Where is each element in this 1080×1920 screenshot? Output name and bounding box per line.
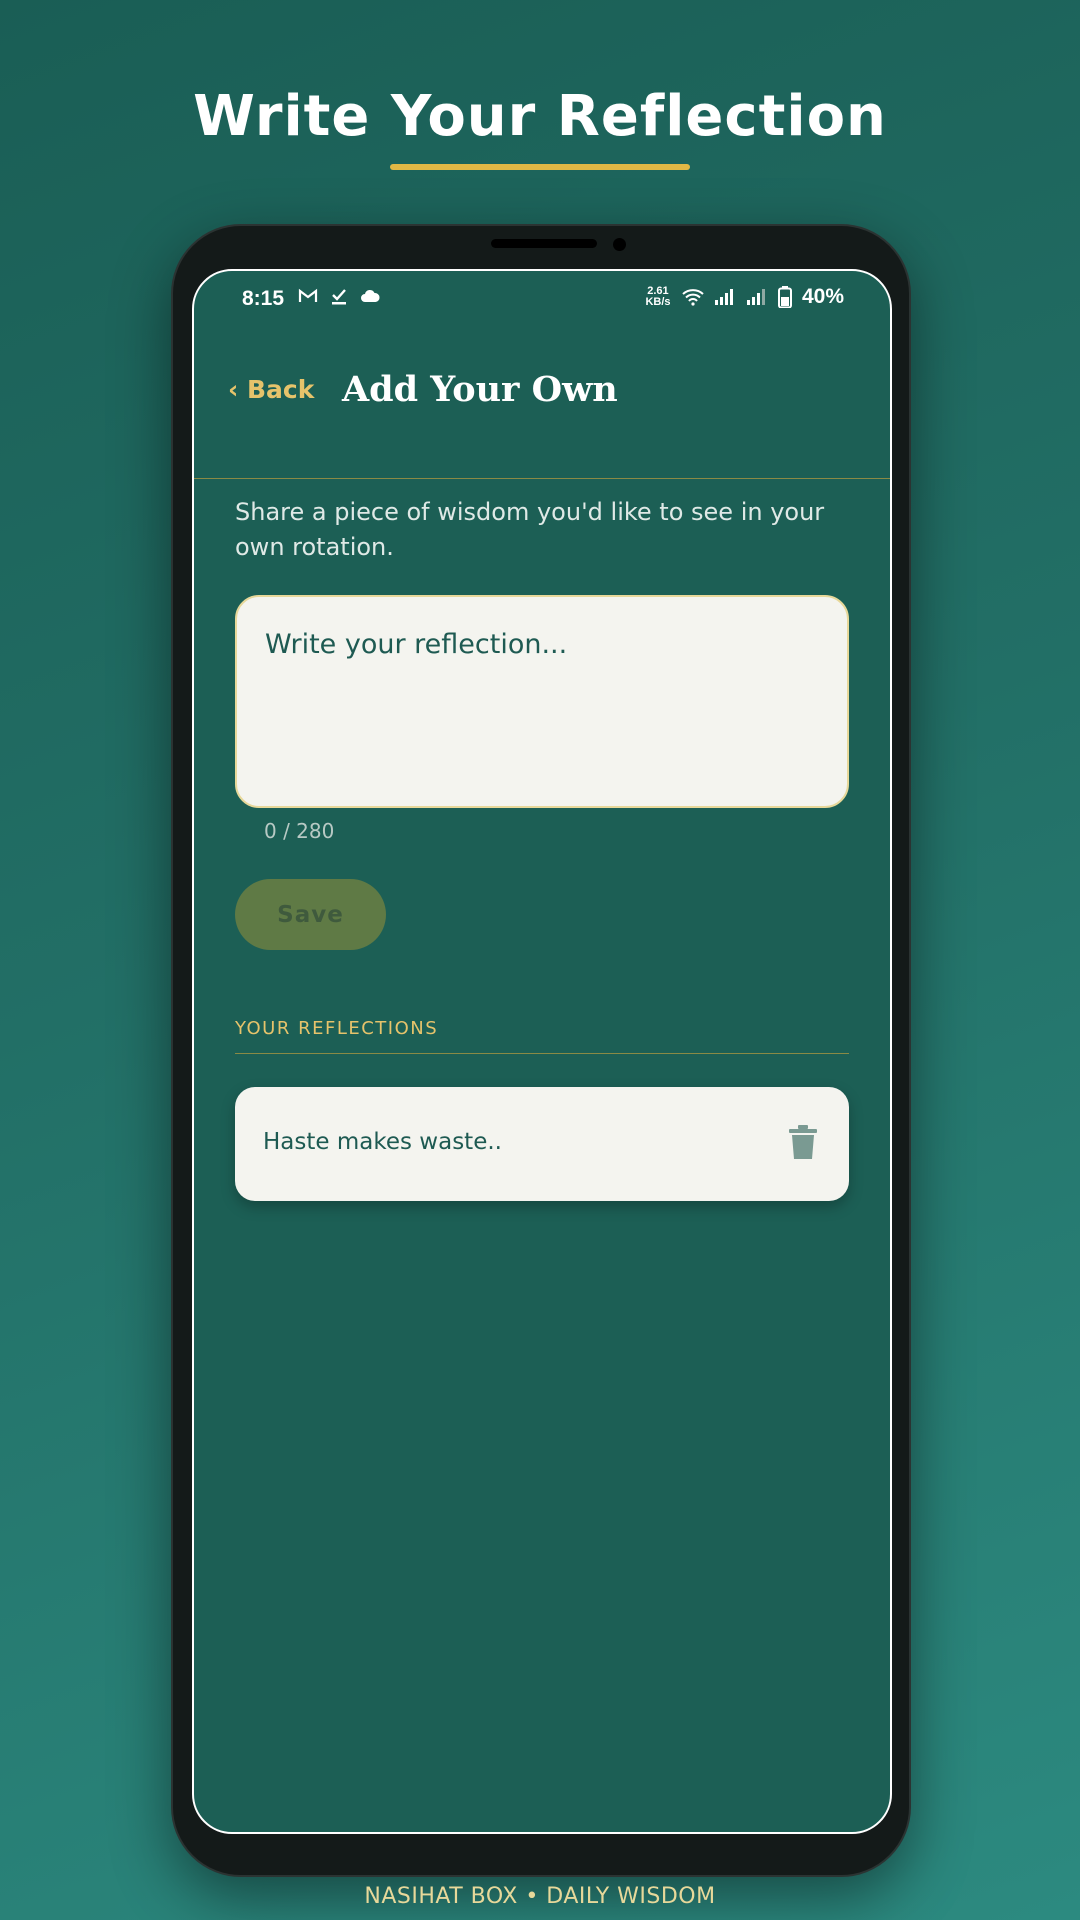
back-button[interactable]: ‹ Back (228, 375, 314, 404)
signal-icon (746, 289, 765, 305)
cloud-icon (361, 289, 380, 302)
intro-text: Share a piece of wisdom you'd like to se… (235, 498, 825, 561)
reflections-section-label: YOUR REFLECTIONS (235, 1018, 439, 1039)
reflection-card: Haste makes waste.. (235, 1087, 849, 1201)
status-bar: 8:15 2.61 KB/s 40% (194, 271, 890, 331)
status-time: 8:15 (242, 287, 285, 310)
signal-icon (714, 289, 733, 305)
app-bar: ‹ Back Add Your Own (194, 331, 890, 479)
status-notification-icons (298, 287, 380, 305)
page-title: Add Your Own (342, 369, 618, 410)
reflection-input[interactable] (235, 595, 849, 808)
gmail-icon (298, 288, 318, 302)
checkmark-icon (332, 289, 346, 305)
wifi-icon (682, 289, 704, 306)
trash-icon[interactable] (789, 1125, 817, 1159)
save-button[interactable]: Save (235, 879, 386, 950)
phone-camera (613, 238, 626, 251)
promo-headline: Write Your Reflection (193, 84, 887, 149)
phone-frame: 8:15 2.61 KB/s 40% ‹ Back Add Your Own S… (171, 224, 911, 1877)
character-counter: 0 / 280 (264, 819, 335, 843)
network-speed-unit: KB/s (645, 296, 671, 308)
status-system-icons: 2.61 KB/s 40% (644, 285, 844, 309)
footer-tagline: NASIHAT BOX • DAILY WISDOM (364, 1884, 716, 1909)
headline-underline (390, 164, 690, 170)
reflection-text: Haste makes waste.. (263, 1129, 502, 1155)
battery-percent: 40% (801, 285, 844, 308)
section-divider (235, 1053, 849, 1054)
network-speed: 2.61 KB/s (644, 286, 672, 308)
phone-screen: 8:15 2.61 KB/s 40% ‹ Back Add Your Own S… (192, 269, 892, 1834)
battery-icon (777, 286, 792, 308)
phone-speaker (491, 239, 597, 248)
